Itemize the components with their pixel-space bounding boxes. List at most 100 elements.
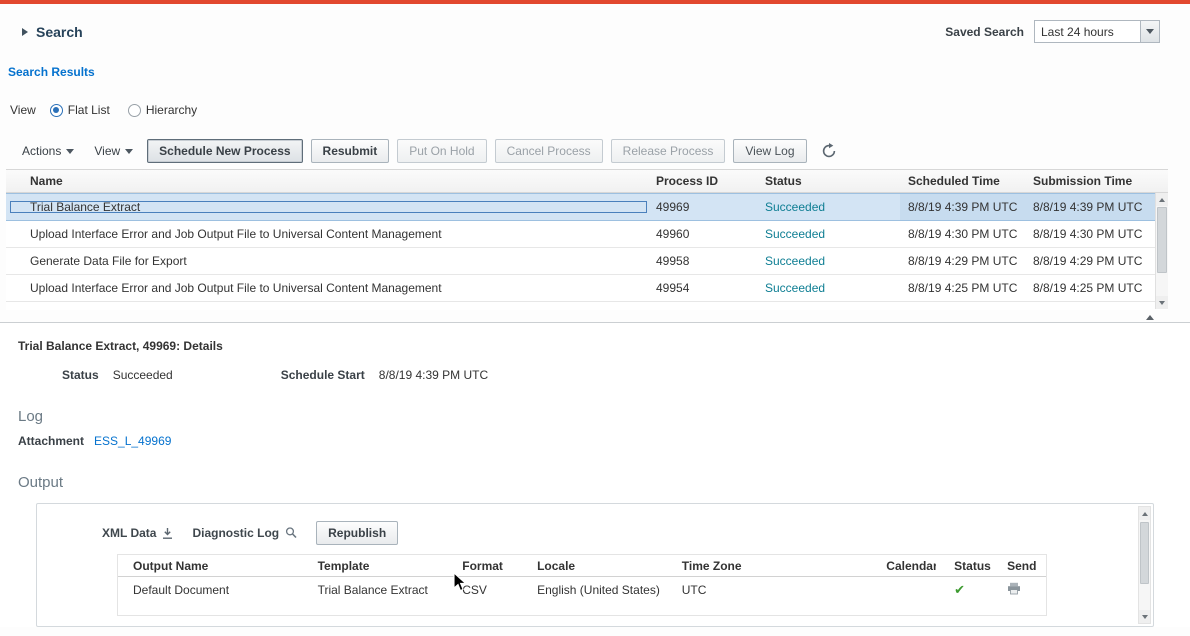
send-icon[interactable] (1007, 584, 1021, 598)
refresh-button[interactable] (821, 143, 837, 159)
table-row[interactable]: Upload Interface Error and Job Output Fi… (6, 275, 1168, 302)
table-row[interactable]: Trial Balance Extract 49969 Succeeded 8/… (6, 193, 1168, 221)
cell-scheduled-time: 8/8/19 4:29 PM UTC (900, 254, 1028, 268)
view-options: View Flat List Hierarchy (10, 103, 1190, 117)
output-col-template: Template (303, 559, 448, 573)
download-icon[interactable] (161, 527, 174, 540)
cell-status: Succeeded (758, 200, 900, 214)
cell-scheduled-time: 8/8/19 4:30 PM UTC (900, 227, 1028, 241)
output-col-format: Format (447, 559, 522, 573)
cell-name: Generate Data File for Export (6, 254, 650, 268)
cell-process-id: 49969 (650, 200, 758, 214)
republish-button[interactable]: Republish (316, 521, 398, 545)
view-menu[interactable]: View (88, 140, 139, 162)
process-table: Name Process ID Status Scheduled Time Su… (6, 169, 1168, 310)
output-table: Output Name Template Format Locale Time … (117, 554, 1047, 616)
cell-send (991, 582, 1046, 598)
column-header-submission-time[interactable]: Submission Time (1028, 174, 1168, 188)
cell-submission-time: 8/8/19 4:39 PM UTC (1028, 194, 1168, 220)
cell-template: Trial Balance Extract (303, 583, 448, 597)
output-col-time-zone: Time Zone (667, 559, 872, 573)
view-option-flat-list[interactable]: Flat List (50, 103, 110, 117)
cell-status: ✔ (936, 582, 991, 598)
scroll-down-button[interactable] (1139, 610, 1150, 623)
diagnostic-log-label[interactable]: Diagnostic Log (192, 526, 279, 540)
column-header-scheduled-time[interactable]: Scheduled Time (900, 174, 1028, 188)
schedule-new-process-button[interactable]: Schedule New Process (147, 139, 302, 163)
cell-submission-time: 8/8/19 4:30 PM UTC (1028, 227, 1168, 241)
cell-locale: English (United States) (522, 583, 667, 597)
view-label: View (10, 103, 36, 117)
view-option-hierarchy[interactable]: Hierarchy (128, 103, 197, 117)
table-header: Name Process ID Status Scheduled Time Su… (6, 169, 1168, 193)
status-label: Status (62, 368, 99, 382)
log-section-heading: Log (18, 408, 1190, 425)
scroll-down-button[interactable] (1156, 296, 1168, 309)
output-row[interactable]: Default Document Trial Balance Extract C… (118, 577, 1046, 603)
scroll-up-icon (1159, 198, 1165, 202)
release-process-button[interactable]: Release Process (611, 139, 726, 163)
success-check-icon: ✔ (954, 582, 965, 597)
output-vertical-scrollbar[interactable] (1138, 506, 1151, 624)
cell-process-id: 49958 (650, 254, 758, 268)
column-header-process-id[interactable]: Process ID (650, 174, 758, 188)
scroll-up-button[interactable] (1156, 193, 1168, 206)
cell-scheduled-time: 8/8/19 4:39 PM UTC (900, 194, 1028, 220)
cell-name: Upload Interface Error and Job Output Fi… (6, 281, 650, 295)
details-panel: Trial Balance Extract, 49969: Details St… (0, 323, 1190, 627)
flat-list-label: Flat List (68, 103, 110, 117)
saved-search-label: Saved Search (945, 25, 1024, 39)
output-table-filler (118, 603, 1046, 615)
details-status-row: Status Succeeded Schedule Start 8/8/19 4… (18, 368, 1190, 382)
cell-status: Succeeded (758, 281, 900, 295)
mouse-cursor (452, 572, 470, 594)
scrollbar-thumb[interactable] (1157, 207, 1167, 273)
output-col-calendar: Calendar (871, 559, 936, 573)
output-section-heading: Output (18, 474, 1190, 491)
cell-name: Trial Balance Extract (6, 200, 650, 214)
saved-search-select[interactable]: Last 24 hours (1034, 20, 1160, 43)
scroll-up-button[interactable] (1139, 507, 1150, 520)
cell-process-id: 49960 (650, 227, 758, 241)
chevron-down-icon (125, 149, 133, 154)
cell-scheduled-time: 8/8/19 4:25 PM UTC (900, 281, 1028, 295)
output-col-status: Status (936, 559, 991, 573)
table-row[interactable]: Generate Data File for Export 49958 Succ… (6, 248, 1168, 275)
collapse-up-icon (1146, 315, 1154, 320)
attachment-link[interactable]: ESS_L_49969 (94, 434, 171, 448)
attachment-row: Attachment ESS_L_49969 (18, 434, 1190, 448)
saved-search-value: Last 24 hours (1035, 21, 1140, 42)
table-row[interactable]: Upload Interface Error and Job Output Fi… (6, 221, 1168, 248)
attachment-label: Attachment (18, 434, 84, 448)
output-col-send: Send (991, 559, 1046, 573)
radio-selected-icon (50, 104, 63, 117)
chevron-down-icon (66, 149, 74, 154)
cell-time-zone: UTC (667, 583, 872, 597)
diagnostic-log-icon[interactable] (284, 526, 298, 540)
table-vertical-scrollbar[interactable] (1155, 193, 1168, 309)
resubmit-button[interactable]: Resubmit (311, 139, 390, 163)
panel-splitter[interactable] (0, 310, 1190, 323)
cell-status: Succeeded (758, 254, 900, 268)
put-on-hold-button[interactable]: Put On Hold (397, 139, 486, 163)
collapse-details-button[interactable] (1140, 312, 1160, 322)
output-panel: XML Data Diagnostic Log Republish Output… (36, 503, 1154, 627)
cell-submission-time: 8/8/19 4:29 PM UTC (1028, 254, 1168, 268)
schedule-start-label: Schedule Start (281, 368, 365, 382)
saved-search-group: Saved Search Last 24 hours (945, 20, 1160, 43)
search-header: Search Saved Search Last 24 hours (0, 4, 1190, 43)
search-results-link[interactable]: Search Results (8, 65, 1190, 79)
view-log-button[interactable]: View Log (733, 139, 806, 163)
cell-output-name: Default Document (118, 583, 303, 597)
search-panel-title: Search (36, 24, 83, 40)
xml-data-label[interactable]: XML Data (102, 526, 156, 540)
column-header-status[interactable]: Status (758, 174, 900, 188)
cancel-process-button[interactable]: Cancel Process (495, 139, 603, 163)
actions-menu[interactable]: Actions (16, 140, 80, 162)
chevron-down-icon (1140, 21, 1159, 42)
scrollbar-thumb[interactable] (1140, 522, 1149, 584)
search-panel-toggle[interactable]: Search (22, 24, 83, 40)
scroll-up-icon (1142, 512, 1148, 516)
schedule-start-value: 8/8/19 4:39 PM UTC (379, 368, 488, 382)
column-header-name[interactable]: Name (6, 174, 650, 188)
